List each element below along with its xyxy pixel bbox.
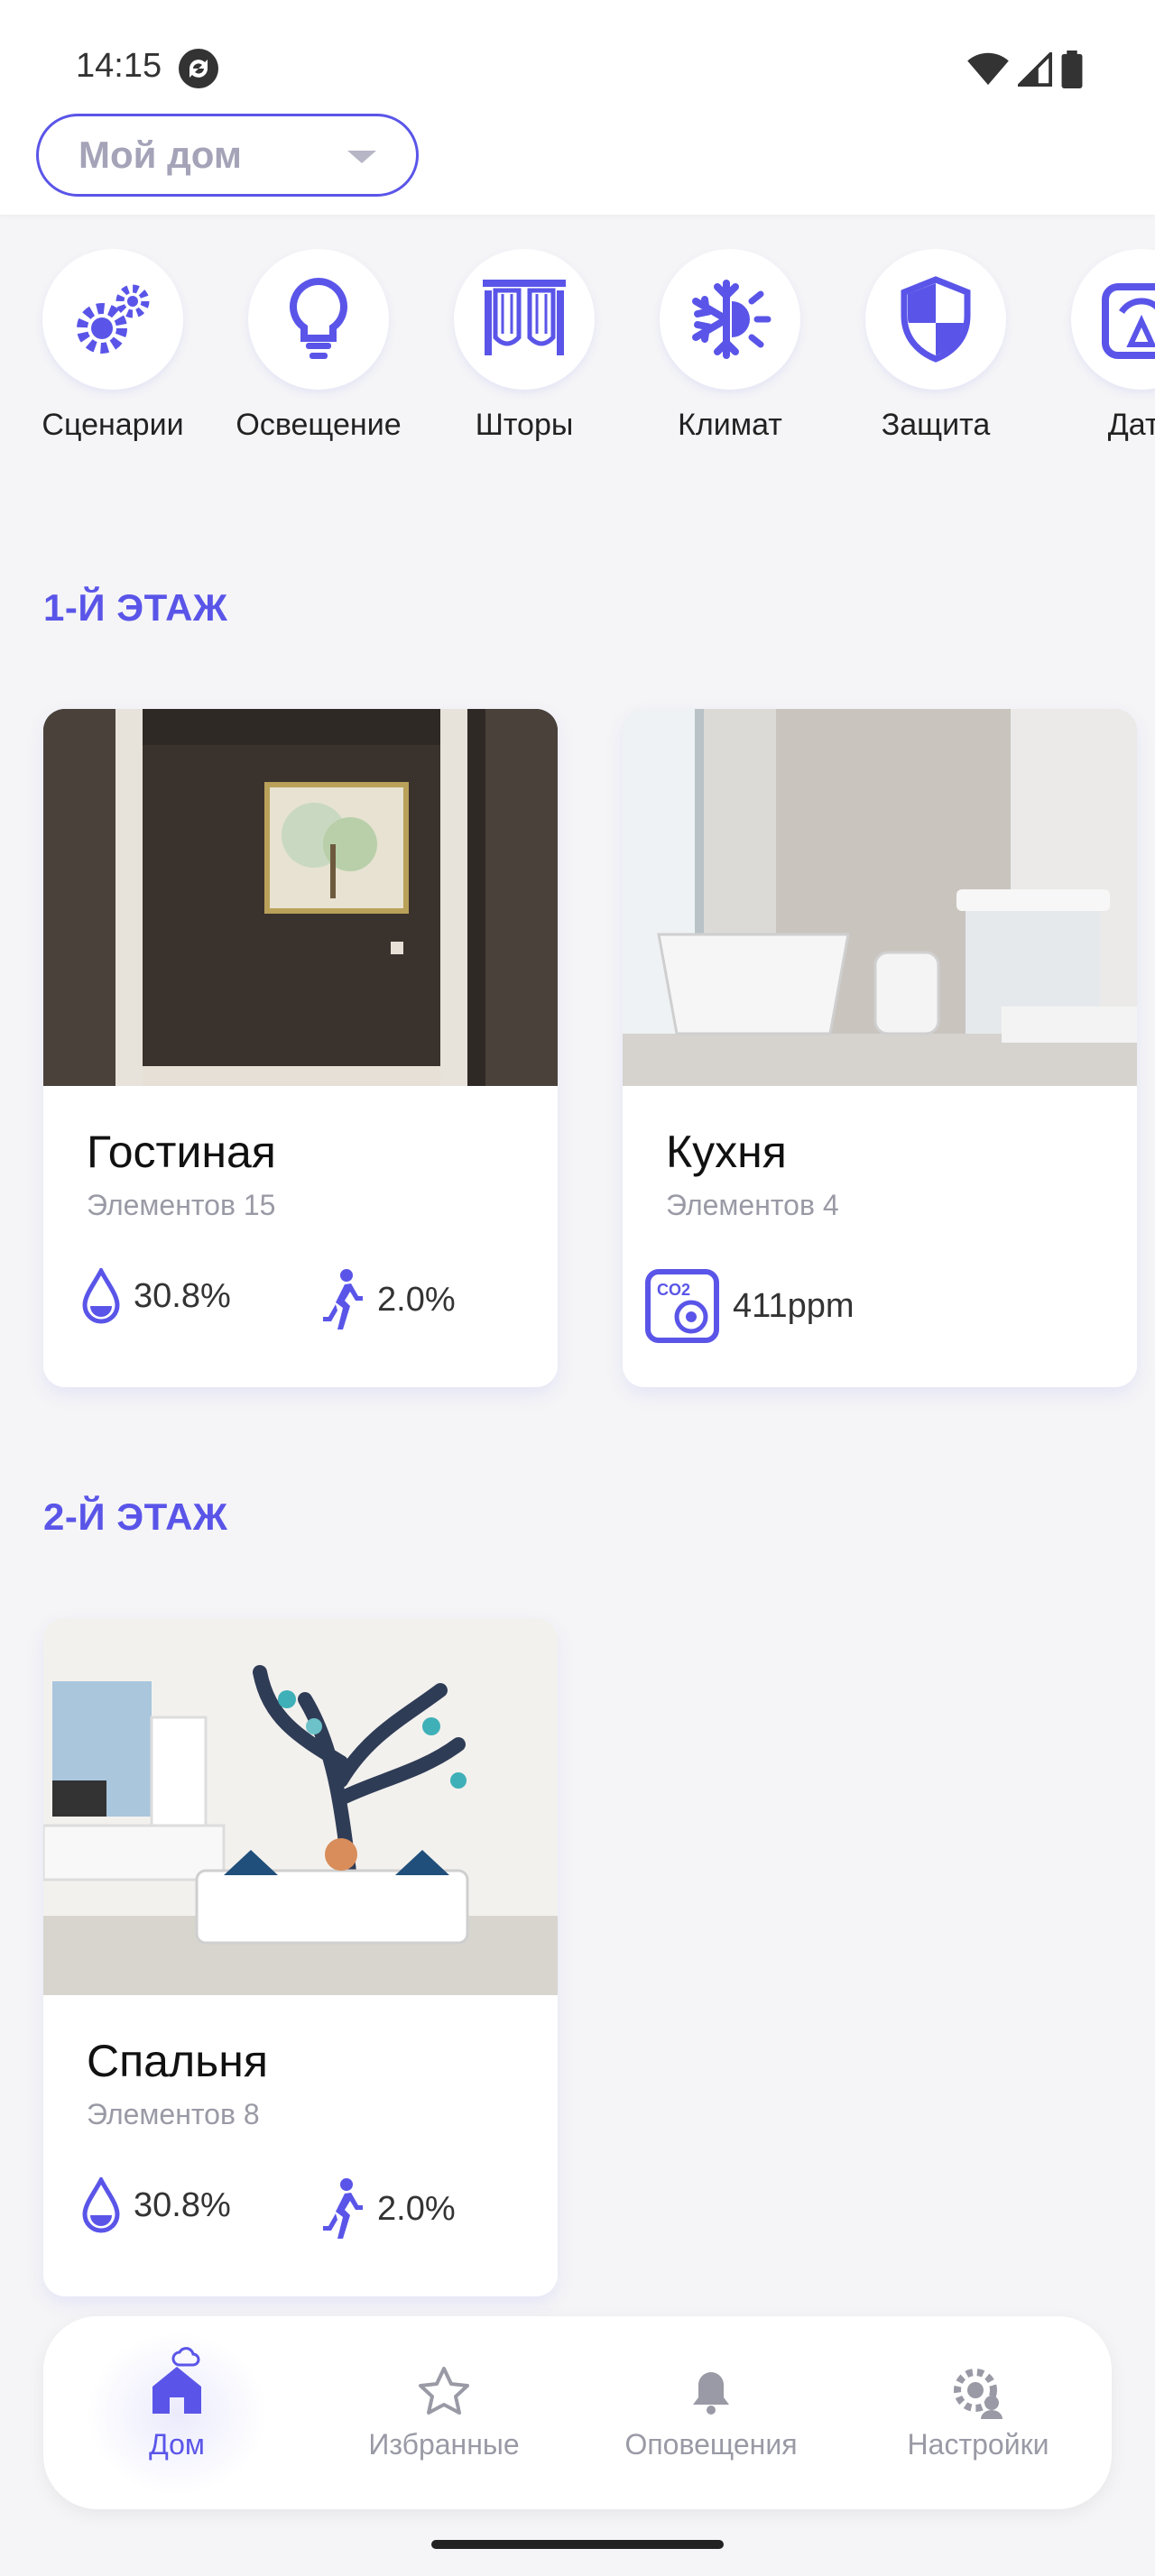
- walking-person-icon: [323, 1269, 363, 1329]
- home-icon: [152, 2347, 201, 2414]
- category-label: Датч: [1107, 408, 1155, 442]
- settings-icon: [954, 2369, 1003, 2419]
- humidity-value: 30.8%: [134, 1276, 231, 1315]
- sync-icon: [179, 49, 218, 88]
- co2-sensor-icon: CO2: [645, 1269, 719, 1343]
- motion-metric: 2.0%: [319, 1268, 456, 1331]
- home-selector-value: Мой дом: [79, 133, 242, 176]
- room-card-living[interactable]: Гостиная Элементов 15 30.8% 2.0%: [43, 709, 558, 1387]
- nav-label: Избранные: [368, 2428, 520, 2461]
- room-card-kitchen[interactable]: Кухня Элементов 4 CO2 411ppm: [623, 709, 1137, 1387]
- water-drop-icon: [82, 1268, 120, 1324]
- co2-metric: CO2 411ppm: [644, 1268, 855, 1344]
- nav-item-settings[interactable]: Настройки: [845, 2316, 1112, 2509]
- humidity-metric: 30.8%: [81, 2177, 231, 2233]
- category-scenarios[interactable]: Сценарии: [14, 249, 212, 443]
- motion-metric: 2.0%: [319, 2177, 456, 2240]
- chevron-down-icon: [347, 151, 376, 163]
- battery-icon: [1061, 51, 1083, 88]
- status-time: 14:15: [76, 47, 162, 85]
- humidity-metric: 30.8%: [81, 1268, 231, 1324]
- signal-icon: [1018, 52, 1052, 87]
- lightbulb-icon: [290, 277, 347, 359]
- category-label: Климат: [678, 408, 782, 442]
- nav-label: Дом: [149, 2428, 205, 2461]
- category-label: Защита: [881, 408, 991, 442]
- category-curtains[interactable]: Шторы: [425, 249, 624, 443]
- category-label: Шторы: [475, 408, 574, 442]
- category-sensors[interactable]: Датч: [1042, 249, 1155, 443]
- room-name: Спальня: [87, 2036, 268, 2086]
- top-bar: 14:15 Мой дом: [0, 0, 1155, 215]
- category-row: Сценарии Освещение Шторы Климат Защита Д…: [0, 249, 1155, 456]
- shield-icon: [901, 276, 971, 363]
- floor-title: 1-Й ЭТАЖ: [43, 586, 228, 629]
- category-security[interactable]: Защита: [836, 249, 1035, 443]
- co2-value: 411ppm: [733, 1286, 855, 1325]
- room-element-count: Элементов 15: [87, 1189, 276, 1221]
- home-selector-dropdown[interactable]: Мой дом: [36, 114, 419, 197]
- room-element-count: Элементов 8: [87, 2098, 260, 2130]
- nav-item-home[interactable]: Дом: [43, 2316, 310, 2509]
- room-name: Гостиная: [87, 1127, 276, 1177]
- star-icon: [419, 2367, 469, 2415]
- water-drop-icon: [82, 2177, 120, 2233]
- sensor-icon: [1102, 283, 1155, 359]
- room-card-bedroom[interactable]: Спальня Элементов 8 30.8% 2.0%: [43, 1618, 558, 2296]
- room-photo: [623, 709, 1137, 1086]
- room-element-count: Элементов 4: [666, 1189, 839, 1221]
- bell-icon: [693, 2372, 729, 2415]
- room-name: Кухня: [666, 1127, 787, 1177]
- home-indicator[interactable]: [431, 2540, 724, 2549]
- nav-item-notifications[interactable]: Оповещения: [578, 2316, 845, 2509]
- status-icons: [967, 51, 1083, 88]
- category-label: Сценарии: [42, 408, 184, 442]
- bottom-navigation: Дом Избранные Оповещения Настройки: [43, 2316, 1112, 2509]
- nav-label: Оповещения: [624, 2428, 798, 2461]
- curtains-icon: [483, 280, 566, 355]
- nav-item-favorites[interactable]: Избранные: [310, 2316, 578, 2509]
- room-photo: [43, 1618, 558, 1995]
- walking-person-icon: [323, 2178, 363, 2239]
- category-lighting[interactable]: Освещение: [219, 249, 418, 443]
- category-label: Освещение: [236, 408, 402, 442]
- floor-title: 2-Й ЭТАЖ: [43, 1495, 228, 1538]
- climate-icon: [692, 280, 772, 359]
- nav-label: Настройки: [907, 2428, 1049, 2461]
- gears-icon: [77, 284, 150, 354]
- wifi-icon: [967, 52, 1009, 86]
- category-climate[interactable]: Климат: [631, 249, 829, 443]
- humidity-value: 30.8%: [134, 2185, 231, 2224]
- motion-value: 2.0%: [377, 2189, 456, 2228]
- motion-value: 2.0%: [377, 1280, 456, 1319]
- svg-text:CO2: CO2: [657, 1281, 690, 1299]
- room-photo: [43, 709, 558, 1086]
